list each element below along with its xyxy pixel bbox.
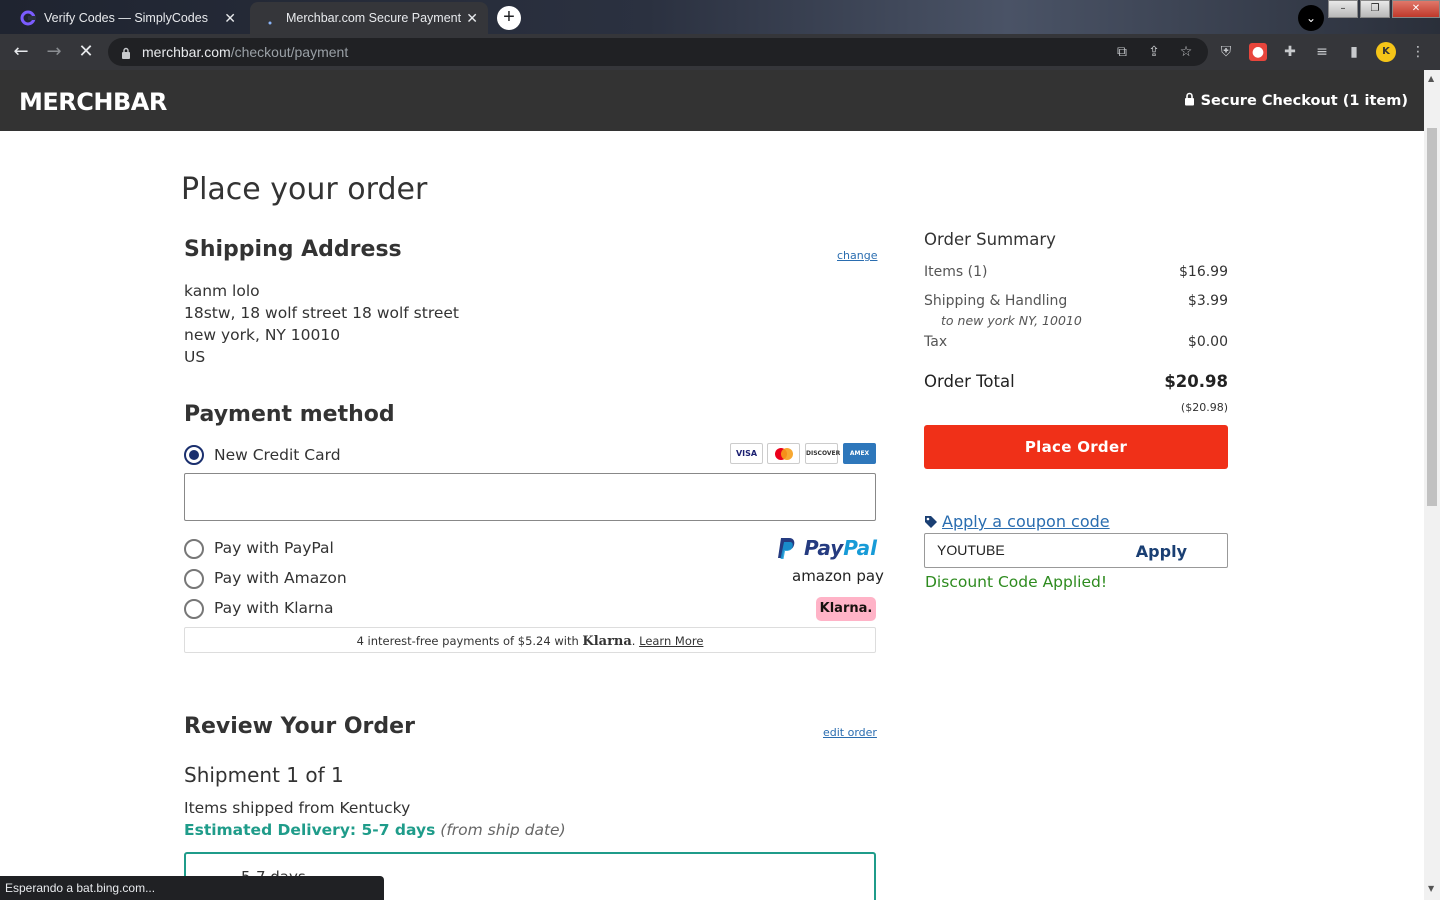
discount-applied-message: Discount Code Applied!: [925, 573, 1108, 591]
shipped-from: Items shipped from Kentucky: [184, 799, 411, 817]
close-tab-icon[interactable]: ✕: [466, 10, 478, 27]
coupon-value[interactable]: YOUTUBE: [937, 542, 1005, 558]
loading-icon: [262, 10, 278, 26]
lock-icon: [1184, 92, 1195, 110]
scroll-up-icon[interactable]: ▲: [1428, 74, 1434, 83]
coupon-input[interactable]: YOUTUBE Apply: [924, 533, 1228, 568]
share-icon[interactable]: ⇪: [1145, 43, 1163, 61]
mastercard-icon: [767, 443, 800, 464]
shipping-heading: Shipping Address: [184, 237, 402, 262]
simplycodes-icon: [20, 10, 36, 26]
page-scrollbar[interactable]: ▲ ▼: [1424, 70, 1440, 900]
tab-title: Verify Codes — SimplyCodes: [44, 11, 208, 25]
browser-tab-simplycodes[interactable]: Verify Codes — SimplyCodes ✕: [8, 2, 246, 34]
browser-status-bar: Esperando a bat.bing.com...: [0, 876, 384, 900]
review-heading: Review Your Order: [184, 714, 415, 739]
address-line: new york, NY 10010: [184, 326, 341, 344]
maximize-icon[interactable]: ❐: [1360, 0, 1390, 18]
reading-list-icon[interactable]: ≡: [1313, 43, 1331, 61]
extensions-puzzle-icon[interactable]: ✚: [1281, 43, 1299, 61]
url-text: merchbar.com/checkout/payment: [142, 44, 349, 60]
browser-tabbar: Verify Codes — SimplyCodes ✕ Merchbar.co…: [0, 0, 1440, 34]
stop-loading-icon[interactable]: ✕: [76, 42, 96, 62]
amazon-pay-logo: amazon pay: [792, 567, 884, 585]
more-menu-icon[interactable]: ⋮: [1409, 43, 1427, 61]
window-controls: – ❐ ✕: [1326, 0, 1440, 18]
address-line: kanm lolo: [184, 282, 260, 300]
shipping-address: kanm lolo 18stw, 18 wolf street 18 wolf …: [184, 280, 459, 368]
back-icon[interactable]: ←: [11, 42, 31, 62]
discover-icon: DISCOVER: [805, 443, 840, 464]
secure-checkout-label: Secure Checkout (1 item): [1184, 92, 1408, 110]
apply-coupon-button[interactable]: Apply: [1136, 542, 1187, 561]
address-line: 18stw, 18 wolf street 18 wolf street: [184, 304, 460, 322]
lock-icon[interactable]: [121, 45, 131, 64]
shipping-destination: to new york NY, 10010: [941, 313, 1082, 328]
site-header: MERCHBAR Secure Checkout (1 item): [0, 70, 1424, 131]
side-panel-icon[interactable]: ▮: [1345, 43, 1363, 61]
close-tab-icon[interactable]: ✕: [224, 10, 236, 27]
merchbar-logo[interactable]: MERCHBAR: [19, 88, 167, 116]
visa-icon: VISA: [730, 443, 763, 464]
order-summary-title: Order Summary: [924, 230, 1056, 249]
place-order-button[interactable]: Place Order: [924, 425, 1228, 469]
amazon-label[interactable]: Pay with Amazon: [214, 569, 347, 587]
paypal-icon: [778, 538, 795, 559]
paypal-label[interactable]: Pay with PayPal: [214, 539, 334, 557]
credit-card-label[interactable]: New Credit Card: [214, 446, 341, 464]
page-title: Place your order: [181, 172, 428, 207]
tag-icon: [925, 515, 937, 528]
summary-tax-row: Tax $0.00: [924, 334, 1228, 350]
klarna-radio[interactable]: [184, 599, 204, 619]
edit-order-link[interactable]: edit order: [823, 726, 877, 739]
bookmark-star-icon[interactable]: ☆: [1177, 43, 1195, 61]
amex-icon: AMEX: [843, 443, 876, 464]
order-total-sub: ($20.98): [1180, 401, 1228, 414]
window-close-icon[interactable]: ✕: [1392, 0, 1440, 18]
address-line: US: [184, 348, 206, 366]
change-address-link[interactable]: change: [837, 249, 877, 262]
shield-extension-icon[interactable]: ⛨: [1217, 43, 1235, 61]
tab-title: Merchbar.com Secure Payment: [286, 11, 462, 25]
browser-tab-merchbar[interactable]: Merchbar.com Secure Payment ✕: [250, 2, 488, 34]
scrollbar-thumb[interactable]: [1427, 128, 1437, 506]
order-total-row: Order Total $20.98: [924, 372, 1228, 391]
scroll-down-icon[interactable]: ▼: [1428, 884, 1434, 893]
profile-avatar-icon[interactable]: K: [1376, 42, 1396, 62]
klarna-installments-note: 4 interest-free payments of $5.24 with K…: [184, 627, 876, 653]
address-bar[interactable]: merchbar.com/checkout/payment ⧉ ⇪ ☆: [108, 38, 1208, 66]
apply-coupon-link[interactable]: Apply a coupon code: [924, 512, 1110, 531]
amazon-radio[interactable]: [184, 569, 204, 589]
browser-toolbar: ← → ✕ merchbar.com/checkout/payment ⧉ ⇪ …: [0, 34, 1440, 70]
paypal-logo: PayPal: [776, 536, 877, 560]
new-tab-button[interactable]: +: [497, 6, 521, 30]
tab-search-button[interactable]: ⌄: [1298, 5, 1324, 31]
klarna-label[interactable]: Pay with Klarna: [214, 599, 333, 617]
forward-icon[interactable]: →: [44, 42, 64, 62]
klarna-logo: Klarna.: [816, 597, 876, 621]
estimated-delivery: Estimated Delivery: 5-7 days (from ship …: [184, 821, 566, 839]
credit-card-radio[interactable]: [184, 445, 204, 465]
summary-shipping-row: Shipping & Handling $3.99: [924, 293, 1228, 309]
minimize-icon[interactable]: –: [1328, 0, 1358, 18]
summary-items-row: Items (1) $16.99: [924, 264, 1228, 280]
klarna-learn-more-link[interactable]: Learn More: [639, 634, 703, 648]
shipment-label: Shipment 1 of 1: [184, 763, 344, 787]
payment-heading: Payment method: [184, 402, 395, 427]
paypal-radio[interactable]: [184, 539, 204, 559]
credit-card-input[interactable]: [184, 473, 876, 521]
record-extension-icon[interactable]: ●: [1249, 43, 1267, 61]
translate-icon[interactable]: ⧉: [1113, 43, 1131, 61]
